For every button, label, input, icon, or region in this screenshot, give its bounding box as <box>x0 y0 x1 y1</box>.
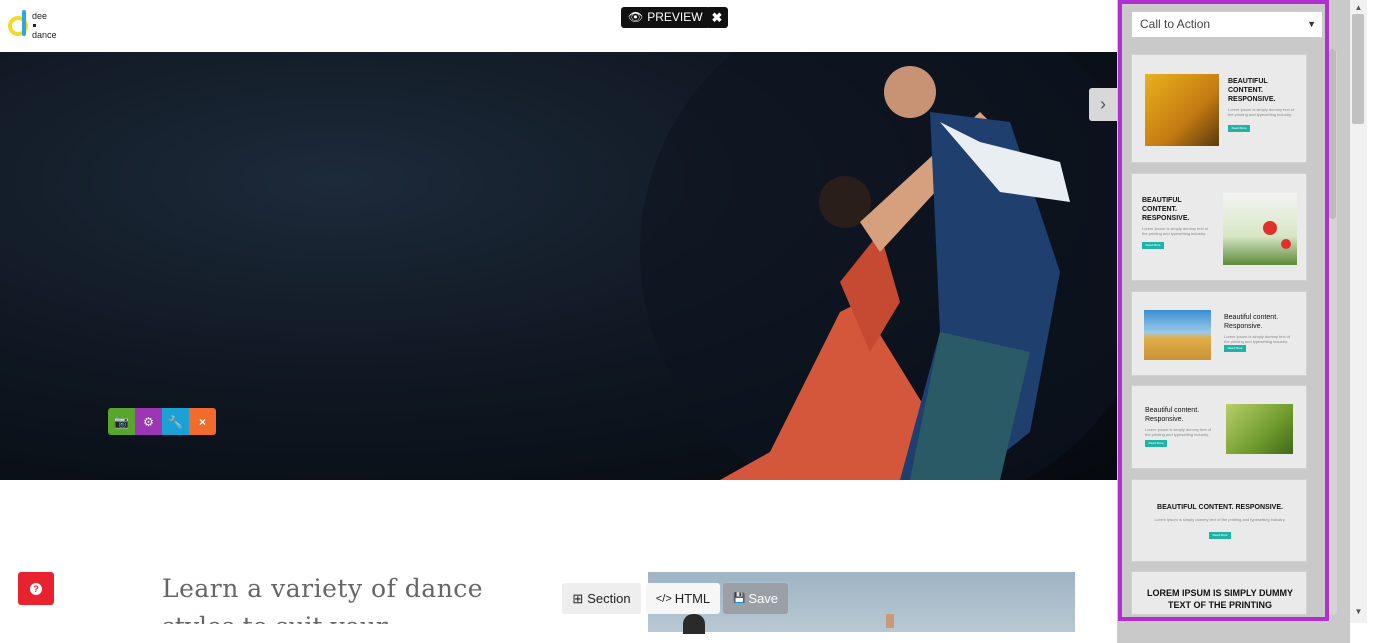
logo-text-line2: dance <box>32 30 57 40</box>
section-heading: Learn a variety of dance <box>162 574 484 603</box>
help-button[interactable]: ? <box>18 572 54 605</box>
logo-mark-stem <box>22 10 26 36</box>
panel-selection-outline <box>1118 0 1329 621</box>
hero-tools: 📷 ⚙ 🔧 × <box>108 408 216 435</box>
page-scrollbar[interactable]: ▲ ▼ <box>1350 0 1367 623</box>
scroll-up-arrow-icon[interactable]: ▲ <box>1350 3 1367 12</box>
add-section-button[interactable]: ⊞ Section <box>562 583 641 614</box>
panel-scrollbar[interactable] <box>1328 49 1337 615</box>
plus-square-icon: ⊞ <box>572 590 584 606</box>
html-button[interactable]: </> HTML <box>646 583 720 614</box>
logo-text-line1: dee <box>32 11 48 21</box>
wrench-icon[interactable]: 🔧 <box>162 408 189 435</box>
page-scrollbar-thumb[interactable] <box>1352 14 1364 124</box>
scroll-down-arrow-icon[interactable]: ▼ <box>1350 607 1367 616</box>
person-head-shape <box>683 614 705 634</box>
close-preview-button[interactable]: ✖ <box>706 7 728 28</box>
section-heading-line2: styles to suit your favourite <box>162 612 462 624</box>
save-button[interactable]: 💾 Save <box>723 583 788 614</box>
logo-dot <box>33 24 36 27</box>
preview-label: PREVIEW <box>647 10 703 24</box>
person-hand-shape <box>886 614 894 628</box>
brand-logo[interactable]: dee dance <box>8 8 68 44</box>
save-label: Save <box>748 591 779 606</box>
panel-scrollbar-thumb[interactable] <box>1329 49 1336 219</box>
gear-icon[interactable]: ⚙ <box>135 408 162 435</box>
section-label: Section <box>587 591 631 606</box>
camera-icon[interactable]: 📷 <box>108 408 135 435</box>
code-icon: </> <box>655 592 672 605</box>
slider-next-button[interactable]: › <box>1089 88 1117 121</box>
eye-icon: 👁 <box>628 10 644 24</box>
preview-button[interactable]: 👁 PREVIEW <box>621 7 710 28</box>
question-icon: ? <box>30 582 42 595</box>
remove-icon[interactable]: × <box>189 408 216 435</box>
html-label: HTML <box>674 591 711 606</box>
save-icon: 💾 <box>732 593 746 604</box>
